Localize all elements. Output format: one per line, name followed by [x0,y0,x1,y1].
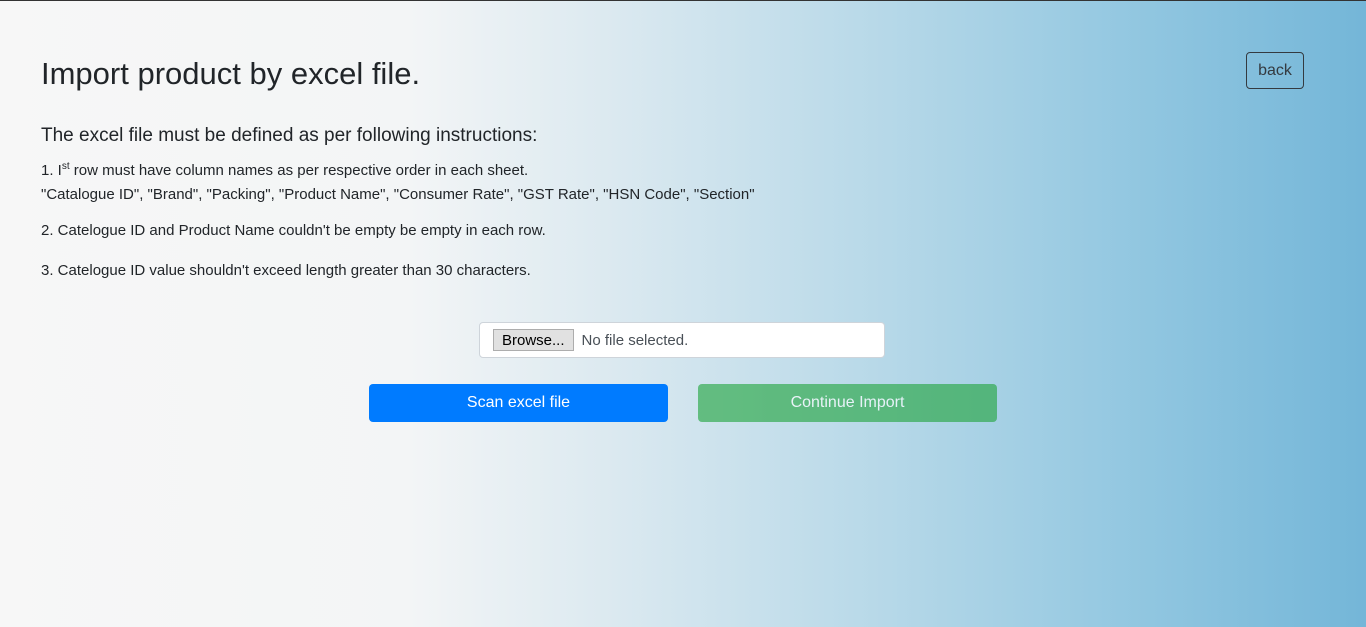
instruction-3: 3. Catelogue ID value shouldn't exceed l… [41,262,531,279]
instruction-1-columns: "Catalogue ID", "Brand", "Packing", "Pro… [41,186,755,203]
instruction-1-text: row must have column names as per respec… [69,162,529,179]
scan-excel-button[interactable]: Scan excel file [369,384,668,422]
page-title: Import product by excel file. [41,56,421,91]
instruction-1-sup: st [61,161,70,172]
file-status: No file selected. [581,331,689,349]
continue-import-button[interactable]: Continue Import [698,384,997,422]
back-button[interactable]: back [1246,52,1304,89]
instruction-1-prefix: 1. I [41,162,62,179]
instructions-heading: The excel file must be defined as per fo… [41,125,538,146]
browse-button[interactable]: Browse... [493,329,574,351]
instruction-2: 2. Catelogue ID and Product Name couldn'… [41,222,546,239]
instruction-1: 1. Ist row must have column names as per… [41,155,755,207]
file-input[interactable]: Browse... No file selected. [479,322,885,358]
